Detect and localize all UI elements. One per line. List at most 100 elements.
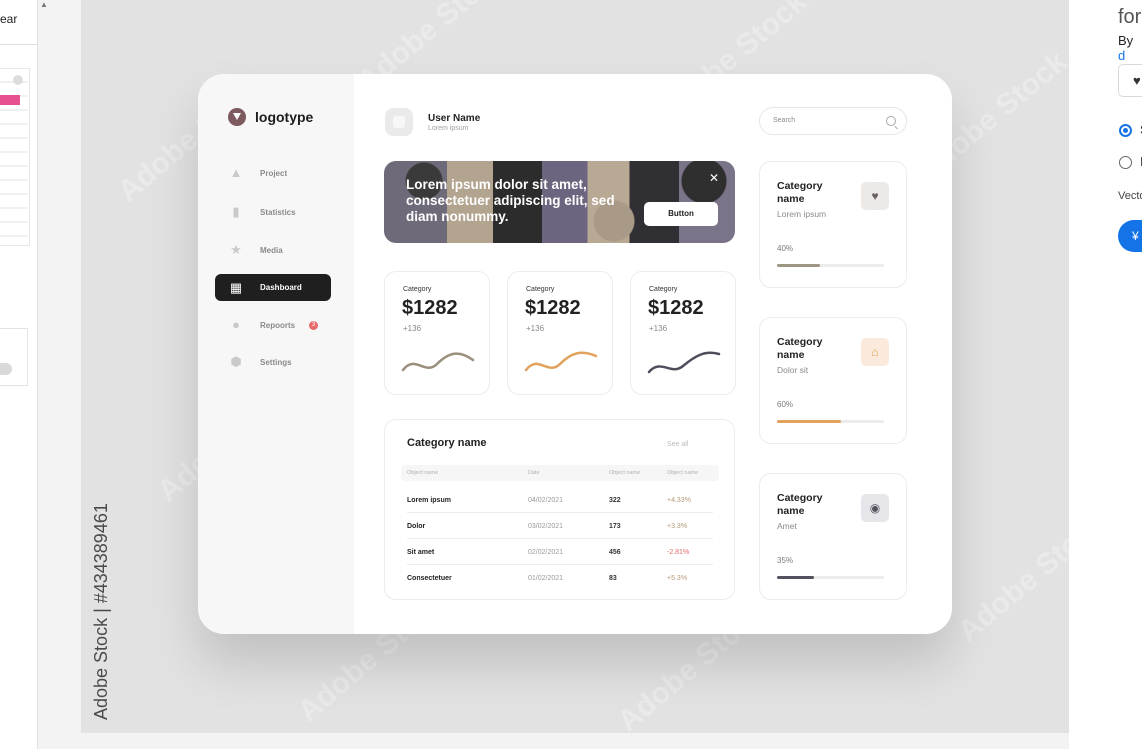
sidebar-item-reports[interactable]: ● Repoorts 3 <box>198 312 354 338</box>
scroll-up-arrow-icon[interactable]: ▲ <box>40 0 50 9</box>
sidebar-item-label: Media <box>260 245 283 255</box>
stat-value: $1282 <box>525 297 581 319</box>
category-card[interactable]: Category name Lorem ipsum ♥ 40% <box>759 161 907 288</box>
card-title: Category name <box>777 180 823 205</box>
camera-icon[interactable]: ◉ <box>861 494 889 522</box>
sidebar-item-label: Dashboard <box>260 283 302 292</box>
table-header: Object name Date Object name Object name <box>401 465 719 481</box>
sidebar-item-label: Project <box>260 168 288 178</box>
search-placeholder: Search <box>773 117 796 124</box>
like-button[interactable] <box>1118 64 1142 97</box>
search-icon[interactable] <box>886 116 896 126</box>
sidebar-item-dashboard[interactable]: ▦ Dashboard <box>215 274 331 301</box>
row-value: 322 <box>609 497 621 504</box>
author-link[interactable]: d <box>1118 48 1125 63</box>
heart-icon[interactable]: ♥ <box>861 182 889 210</box>
preview-stage: Adobe Stock Adobe Stock Adobe Stock Adob… <box>81 0 1069 733</box>
card-subtitle: Lorem ipsum <box>777 209 827 219</box>
left-panel-label: ear <box>0 12 18 26</box>
column-header: Object name <box>407 470 439 476</box>
stat-category: Category <box>526 286 555 293</box>
progress-bar <box>777 264 884 267</box>
category-card[interactable]: Category name Amet ◉ 35% <box>759 473 907 600</box>
file-type-label: Vecto <box>1118 190 1142 202</box>
see-all-link[interactable]: See all <box>667 441 688 448</box>
bottom-strip <box>81 733 1069 749</box>
dashboard-icon: ▦ <box>229 279 243 295</box>
row-name: Dolor <box>407 523 426 530</box>
row-value: 456 <box>609 549 621 556</box>
column-header: Object name <box>667 470 699 476</box>
progress-fill <box>777 264 820 267</box>
row-date: 02/02/2021 <box>528 549 564 556</box>
related-thumbnail[interactable] <box>0 68 30 246</box>
divider <box>0 44 38 45</box>
row-name: Consectetuer <box>407 575 452 582</box>
banner-button[interactable]: Button <box>644 202 718 226</box>
sidebar-item-statistics[interactable]: ▮ Statistics <box>198 199 354 225</box>
user-profile[interactable]: User Name Lorem ipsum <box>385 108 480 136</box>
sidebar-item-label: Settings <box>260 357 292 367</box>
by-label: By <box>1118 33 1134 48</box>
stat-category: Category <box>649 286 678 293</box>
stat-card[interactable]: Category $1282 +136 <box>507 271 613 395</box>
card-subtitle: Amet <box>777 521 797 531</box>
progress-bar <box>777 420 884 423</box>
stat-value: $1282 <box>402 297 458 319</box>
row-date: 04/02/2021 <box>528 497 564 504</box>
sidebar-item-project[interactable]: ▲ Project <box>198 160 354 186</box>
close-icon[interactable] <box>13 75 23 85</box>
page: ear ▲ Adobe Stock Adobe Stock Adobe Stoc… <box>0 0 1142 749</box>
row-date: 01/02/2021 <box>528 575 564 582</box>
promo-banner: Lorem ipsum dolor sit amet, consectetuer… <box>384 161 735 243</box>
category-card[interactable]: Category name Dolor sit ⌂ 60% <box>759 317 907 444</box>
logo[interactable]: logotype <box>228 108 313 126</box>
license-radio-extended[interactable] <box>1119 156 1132 169</box>
logo-icon <box>228 108 246 126</box>
sparkline <box>524 351 598 372</box>
table-row[interactable]: Consectetuer 01/02/2021 83 +5.3% <box>407 565 713 591</box>
stock-id-caption: Adobe Stock | #434389461 <box>91 503 111 720</box>
avatar <box>385 108 413 136</box>
thumbnail-accent <box>0 95 20 105</box>
row-value: 173 <box>609 523 621 530</box>
home-icon[interactable]: ⌂ <box>861 338 889 366</box>
row-name: Sit amet <box>407 549 435 556</box>
search-input[interactable]: Search <box>759 107 907 135</box>
triangle-icon: ▲ <box>229 165 243 180</box>
sidebar-item-media[interactable]: ★ Media <box>198 237 354 263</box>
sidebar-item-label: Statistics <box>260 207 296 217</box>
author-line: By d <box>1118 33 1142 63</box>
card-subtitle: Dolor sit <box>777 365 809 375</box>
stat-delta: +136 <box>403 324 422 333</box>
card-percent: 40% <box>777 244 794 253</box>
sidebar: logotype ▲ Project ▮ Statistics ★ Media … <box>198 74 354 634</box>
bar-chart-icon: ▮ <box>232 204 240 219</box>
sparkline <box>647 351 721 374</box>
row-change: +4.33% <box>667 497 691 504</box>
buy-button[interactable]: ¥ <box>1118 220 1142 252</box>
card-percent: 35% <box>777 556 794 565</box>
row-name: Lorem ipsum <box>407 497 451 504</box>
table-row[interactable]: Lorem ipsum 04/02/2021 322 +4.33% <box>407 487 713 513</box>
progress-fill <box>777 420 842 423</box>
close-icon[interactable]: ✕ <box>709 172 719 184</box>
star-icon: ★ <box>230 242 242 257</box>
dashboard-mockup: logotype ▲ Project ▮ Statistics ★ Media … <box>198 74 952 634</box>
progress-bar <box>777 576 884 579</box>
table-row[interactable]: Sit amet 02/02/2021 456 -2.81% <box>407 539 713 565</box>
table-title: Category name <box>407 437 487 449</box>
license-radio-standard[interactable] <box>1119 124 1132 137</box>
stat-delta: +136 <box>649 324 668 333</box>
stat-card[interactable]: Category $1282 +136 <box>384 271 490 395</box>
left-panel: ear <box>0 0 38 749</box>
row-change: -2.81% <box>667 549 690 556</box>
asset-title: for <box>1118 6 1142 28</box>
card-percent: 60% <box>777 400 794 409</box>
stat-card[interactable]: Category $1282 +136 <box>630 271 736 395</box>
table-row[interactable]: Dolor 03/02/2021 173 +3.3% <box>407 513 713 539</box>
sidebar-item-settings[interactable]: ⬢ Settings <box>198 349 354 375</box>
stat-category: Category <box>403 286 432 293</box>
circle-icon: ● <box>232 317 240 332</box>
toggle-switch[interactable] <box>0 363 12 375</box>
